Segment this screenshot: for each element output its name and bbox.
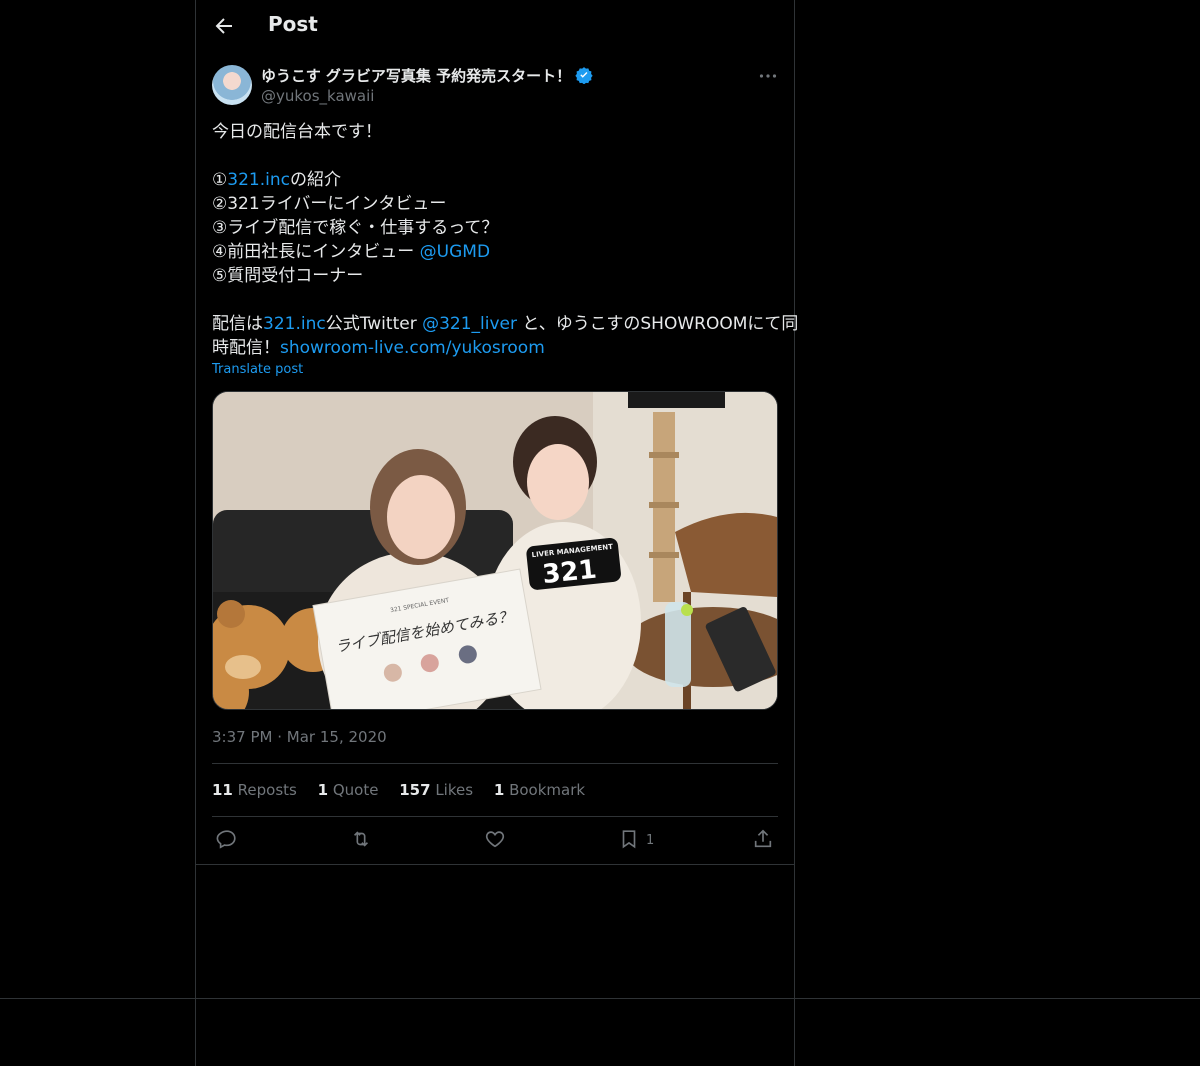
page-title: Post: [268, 12, 318, 36]
translate-post-link[interactable]: Translate post: [212, 362, 303, 377]
action-bar: 1: [212, 828, 778, 854]
text-segment: ④前田社長にインタビュー: [212, 242, 420, 262]
text-segment: ①: [212, 170, 228, 190]
page-header: Post: [196, 0, 794, 54]
bookmarks-count: 1: [493, 781, 505, 799]
post-column: Post ゆうこす グラビア写真集 予約発売スタート！ @yukos_kawai…: [195, 0, 798, 1066]
text-line: 配信は321.inc公式Twitter @321_liver と、ゆうこすのSH…: [212, 312, 798, 336]
author-handle[interactable]: @yukos_kawaii: [261, 87, 374, 105]
quotes-count: 1: [317, 781, 329, 799]
like-icon[interactable]: [484, 828, 506, 854]
text-segment: と、ゆうこすのSHOWROOMにて同: [517, 314, 799, 334]
reposts-label: Reposts: [237, 781, 297, 799]
back-arrow-icon[interactable]: [212, 14, 236, 38]
sign-number: 321: [541, 555, 598, 591]
text-line: 今日の配信台本です！: [212, 122, 382, 142]
text-line: ①321.incの紹介: [212, 168, 778, 192]
engagement-stats: 11 Reposts 1 Quote 157 Likes 1 Bookmark: [212, 781, 601, 799]
divider: [212, 763, 778, 764]
mention-321-liver[interactable]: @321_liver: [422, 314, 517, 334]
bookmark-icon[interactable]: 1: [618, 828, 662, 854]
link-showroom[interactable]: showroom-live.com/yukosroom: [280, 338, 545, 358]
likes-count: 157: [399, 781, 431, 799]
post-date[interactable]: Mar 15, 2020: [287, 728, 387, 746]
meta-separator: ·: [277, 728, 283, 746]
text-segment: 公式Twitter: [325, 314, 423, 334]
quotes-label: Quote: [332, 781, 379, 799]
text-line: ②321ライバーにインタビュー: [212, 194, 447, 214]
post-time[interactable]: 3:37 PM: [212, 728, 272, 746]
post-bottom-border: [196, 864, 794, 865]
verified-badge-icon[interactable]: [575, 66, 593, 88]
text-segment: の紹介: [289, 170, 341, 190]
divider: [212, 816, 778, 817]
likes-stat[interactable]: 157 Likes: [399, 781, 473, 799]
bookmark-action-count: 1: [646, 833, 655, 848]
quotes-stat[interactable]: 1 Quote: [318, 781, 379, 799]
reposts-stat[interactable]: 11 Reposts: [212, 781, 297, 799]
avatar[interactable]: [212, 65, 252, 105]
share-icon[interactable]: [752, 828, 774, 854]
post-timestamp[interactable]: 3:37 PM · Mar 15, 2020: [212, 728, 387, 746]
text-line: ④前田社長にインタビュー @UGMD: [212, 240, 778, 264]
more-icon[interactable]: [756, 64, 780, 88]
text-line: ⑤質問受付コーナー: [212, 266, 364, 286]
reposts-count: 11: [212, 781, 233, 799]
author-display-name[interactable]: ゆうこす グラビア写真集 予約発売スタート！: [261, 67, 571, 85]
bookmarks-stat[interactable]: 1 Bookmark: [494, 781, 585, 799]
post-text: 今日の配信台本です！ ①321.incの紹介 ②321ライバーにインタビュー ③…: [212, 120, 798, 360]
reply-icon[interactable]: [216, 828, 238, 854]
link-321inc[interactable]: 321.inc: [263, 314, 326, 334]
repost-icon[interactable]: [350, 828, 372, 854]
text-line: ③ライブ配信で稼ぐ・仕事するって？: [212, 218, 499, 238]
mention-ugmd[interactable]: @UGMD: [420, 242, 490, 262]
text-segment: 時配信！: [212, 338, 280, 358]
author-name[interactable]: ゆうこす グラビア写真集 予約発売スタート！: [261, 65, 593, 88]
likes-label: Likes: [435, 781, 474, 799]
text-line: 時配信！showroom-live.com/yukosroom: [212, 336, 778, 360]
post-photo[interactable]: LIVER MANAGEMENT 321 321 SPECIAL EVENT ラ…: [212, 391, 778, 710]
bookmarks-label: Bookmark: [509, 781, 586, 799]
text-segment: 配信は: [212, 314, 263, 334]
link-321inc[interactable]: 321.inc: [227, 170, 290, 190]
